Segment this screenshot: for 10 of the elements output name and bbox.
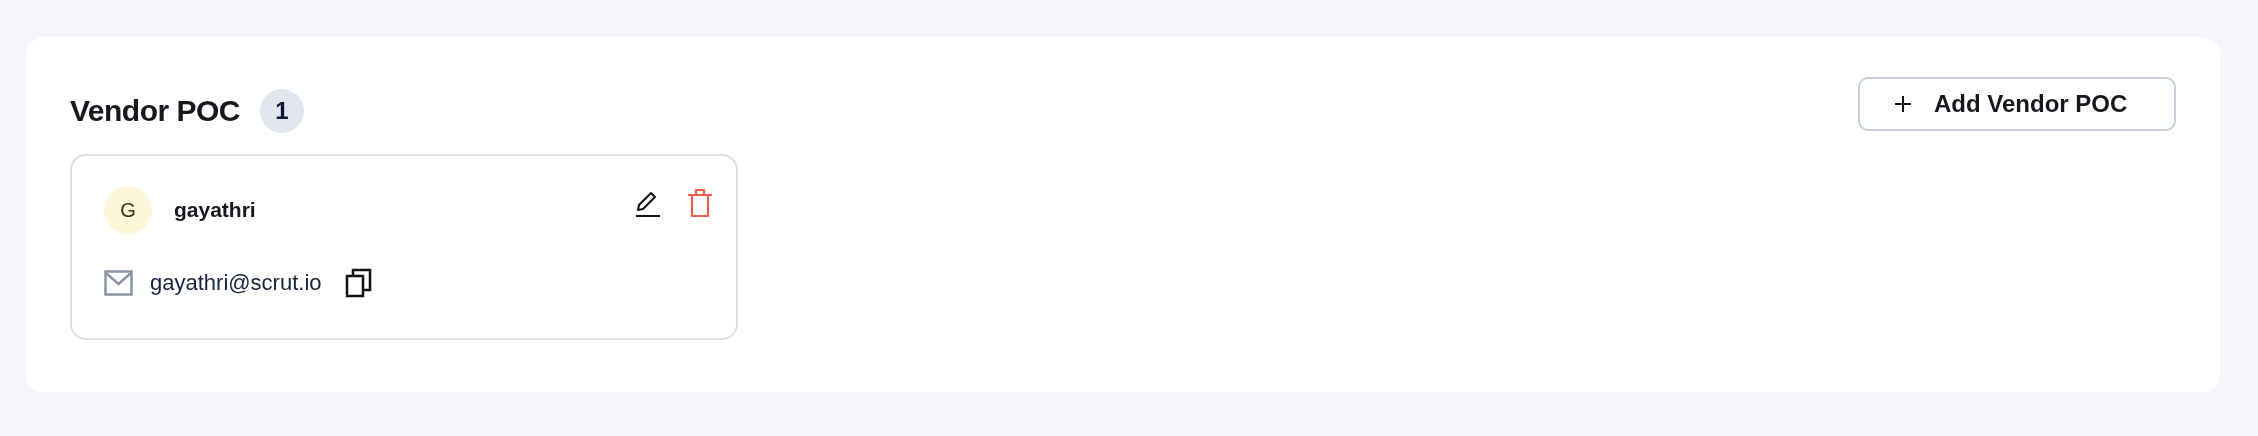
plus-icon [1894, 95, 1912, 113]
copy-icon[interactable] [344, 268, 373, 298]
contact-email: gayathri@scrut.io [150, 270, 322, 296]
avatar: G [104, 186, 152, 234]
contact-name: gayathri [174, 198, 256, 222]
count-badge: 1 [260, 89, 305, 133]
trash-icon[interactable] [686, 188, 714, 218]
add-vendor-button[interactable]: Add Vendor POC [1858, 77, 2176, 131]
section-title: Vendor POC [70, 94, 241, 128]
envelope-icon [104, 270, 133, 296]
